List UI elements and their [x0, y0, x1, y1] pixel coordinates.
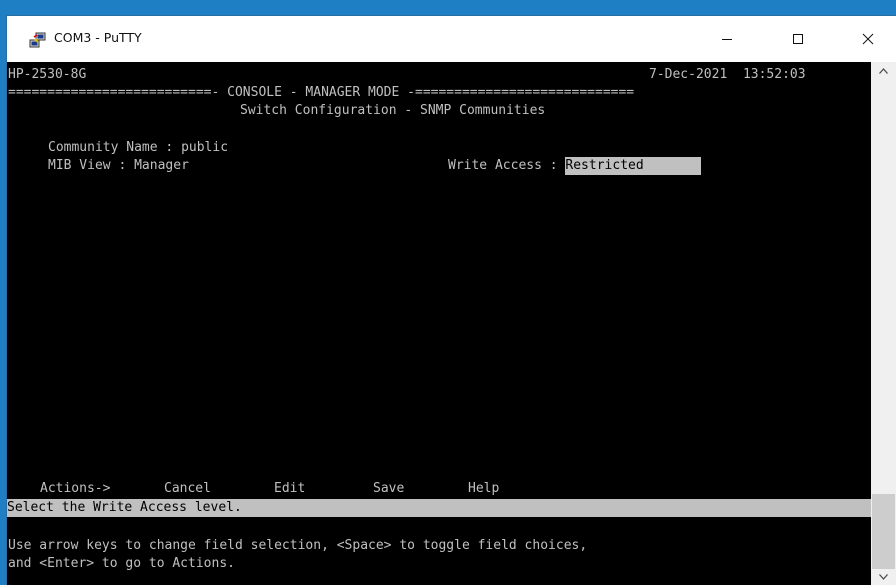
window-title: COM3 - PuTTY — [54, 30, 142, 45]
community-name-label: Community Name : — [48, 140, 174, 155]
maximize-button[interactable] — [775, 16, 821, 62]
community-name-field[interactable]: public — [181, 140, 228, 155]
action-help[interactable]: Help — [468, 480, 499, 498]
scroll-up-button[interactable] — [871, 62, 896, 79]
actions-label: Actions-> — [40, 481, 111, 496]
scroll-down-button[interactable] — [871, 568, 896, 585]
chevron-up-icon — [879, 67, 888, 74]
close-button[interactable] — [845, 16, 891, 62]
actions-row: Actions-> — [40, 480, 110, 498]
date: 7-Dec-2021 — [649, 67, 728, 82]
hostname: HP-2530-8G — [8, 67, 87, 82]
mode-banner: ==========================- CONSOLE - MA… — [8, 85, 635, 100]
title-bar[interactable]: COM3 - PuTTY — [7, 16, 896, 62]
maximize-icon — [793, 34, 803, 44]
screen-title: Switch Configuration - SNMP Communities — [240, 103, 546, 118]
action-edit[interactable]: Edit — [274, 480, 305, 498]
close-icon — [862, 33, 874, 45]
action-cancel[interactable]: Cancel — [164, 480, 211, 498]
putty-window: COM3 - PuTTY HP-2530-8G 7-Dec-2021 13:52… — [7, 16, 896, 585]
community-name-row: Community Name : public — [48, 139, 228, 157]
minimize-icon — [722, 39, 732, 40]
time: 13:52:03 — [742, 67, 806, 82]
help-line-1: Use arrow keys to change field selection… — [8, 538, 588, 553]
mib-view-row: MIB View : Manager — [48, 157, 189, 175]
putty-computers-icon[interactable] — [29, 31, 47, 49]
vertical-scrollbar[interactable] — [871, 62, 896, 585]
write-access-row: Write Access : Restricted — [448, 157, 702, 175]
chevron-down-icon — [879, 573, 888, 580]
write-access-label: Write Access : — [448, 158, 558, 173]
header-line: HP-2530-8G — [8, 66, 86, 84]
help-line-2: and <Enter> to go to Actions. — [8, 556, 235, 571]
status-message: Select the Write Access level. — [7, 500, 242, 515]
write-access-value: Restricted — [565, 158, 644, 173]
datetime: 7-Dec-2021 13:52:03 — [649, 66, 806, 84]
minimize-button[interactable] — [704, 16, 750, 62]
scroll-thumb[interactable] — [872, 494, 895, 569]
status-bar: Select the Write Access level. — [7, 499, 871, 517]
mib-view-field[interactable]: Manager — [134, 158, 189, 173]
write-access-field[interactable]: Restricted — [565, 157, 702, 175]
terminal-screen[interactable]: HP-2530-8G 7-Dec-2021 13:52:03 =========… — [7, 62, 871, 585]
mib-view-label: MIB View : — [48, 158, 127, 173]
action-save[interactable]: Save — [373, 480, 404, 498]
